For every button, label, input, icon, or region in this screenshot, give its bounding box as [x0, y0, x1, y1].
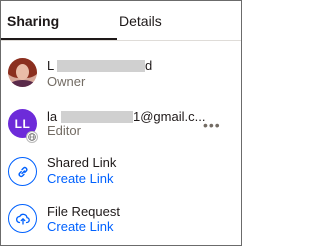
avatar: [8, 58, 37, 87]
member-name-end: d: [145, 58, 153, 73]
member-name-start: la: [47, 109, 58, 124]
create-shared-link-button[interactable]: Create Link: [47, 171, 113, 186]
sharing-panel: Sharing Details L d Owner LL la 1@gmail.…: [0, 0, 242, 246]
tab-sharing[interactable]: Sharing: [7, 13, 59, 29]
globe-icon: [26, 131, 38, 143]
avatar-initials: LL: [14, 116, 31, 131]
member-name: L: [47, 58, 54, 73]
shared-link-title: Shared Link: [47, 155, 117, 170]
upload-icon[interactable]: [8, 204, 37, 233]
tab-divider: [1, 40, 241, 41]
redacted-text: [57, 60, 145, 72]
member-role: Owner: [47, 74, 86, 89]
file-request-title: File Request: [47, 204, 120, 219]
tab-bar: Sharing Details: [1, 1, 241, 41]
member-role: Editor: [47, 123, 81, 138]
member-name-start: L: [47, 58, 55, 73]
more-options-button[interactable]: •••: [203, 118, 221, 132]
member-email-end: 1@gmail.c...: [133, 109, 206, 124]
redacted-text: [61, 111, 133, 123]
link-icon[interactable]: [8, 157, 37, 186]
tab-details[interactable]: Details: [119, 13, 162, 29]
create-file-request-button[interactable]: Create Link: [47, 219, 113, 234]
